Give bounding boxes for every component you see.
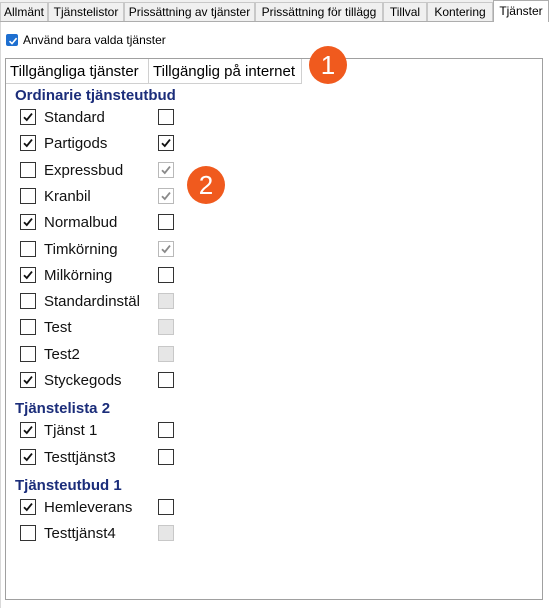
internet-checkbox — [158, 293, 174, 310]
check-icon — [161, 191, 171, 201]
service-label: Hemleverans — [44, 498, 133, 516]
service-row: Tjänst 1 — [20, 422, 420, 444]
internet-checkbox[interactable] — [158, 109, 174, 125]
available-checkbox[interactable] — [20, 319, 36, 336]
service-label: Timkörning — [44, 240, 118, 258]
available-checkbox[interactable] — [20, 266, 36, 283]
available-checkbox[interactable] — [20, 293, 36, 310]
internet-checkbox[interactable] — [158, 214, 174, 231]
service-label: Expressbud — [44, 161, 124, 179]
check-icon — [23, 502, 33, 512]
available-checkbox[interactable] — [20, 525, 36, 542]
available-checkbox[interactable] — [20, 109, 36, 125]
available-checkbox[interactable] — [20, 422, 36, 439]
internet-checkbox[interactable] — [158, 422, 174, 439]
tab-strip: Allmänt Tjänstelistor Prissättning av tj… — [0, 0, 549, 22]
tab-prissattning-tjanster[interactable]: Prissättning av tjänster — [124, 2, 255, 21]
service-label: Milkörning — [44, 266, 113, 284]
internet-checkbox — [158, 345, 174, 362]
use-selected-checkbox-row[interactable]: Använd bara valda tjänster — [6, 33, 166, 47]
service-row: Styckegods — [20, 372, 420, 394]
service-label: Tjänst 1 — [44, 422, 98, 440]
service-label: Standard — [44, 109, 105, 126]
internet-checkbox — [158, 525, 174, 542]
internet-checkbox[interactable] — [158, 135, 174, 152]
check-icon — [23, 139, 33, 148]
check-icon — [23, 376, 33, 385]
use-selected-label: Använd bara valda tjänster — [23, 33, 166, 47]
available-checkbox[interactable] — [20, 135, 36, 152]
service-label: Standardinstäl — [44, 293, 140, 311]
check-icon — [23, 218, 33, 227]
internet-checkbox — [158, 240, 174, 257]
service-label: Test2 — [44, 345, 80, 363]
service-row: Test — [20, 319, 420, 341]
service-row: Normalbud — [20, 214, 420, 236]
tab-allmant[interactable]: Allmänt — [0, 2, 48, 21]
internet-checkbox — [158, 161, 174, 178]
tab-tillval[interactable]: Tillval — [383, 2, 427, 21]
service-row: Testtjänst4 — [20, 525, 420, 547]
service-label: Test — [44, 319, 72, 337]
service-row: Hemleverans — [20, 498, 420, 521]
column-header-available[interactable]: Tillgängliga tjänster — [6, 59, 149, 84]
check-icon — [23, 113, 33, 122]
available-checkbox[interactable] — [20, 448, 36, 465]
available-checkbox[interactable] — [20, 498, 36, 515]
group-title: Tjänsteutbud 1 — [15, 476, 122, 494]
check-icon — [23, 270, 33, 280]
column-header-internet[interactable]: Tillgänglig på internet — [149, 59, 302, 84]
available-checkbox[interactable] — [20, 214, 36, 231]
services-list[interactable]: Tillgängliga tjänster Tillgänglig på int… — [5, 58, 543, 600]
tab-tjanster[interactable]: Tjänster — [493, 0, 549, 22]
service-row: Standardinstäl — [20, 293, 420, 315]
internet-checkbox[interactable] — [158, 372, 174, 388]
check-icon — [23, 452, 33, 461]
check-icon — [23, 426, 33, 435]
service-label: Testtjänst3 — [44, 448, 116, 466]
check-icon — [161, 244, 171, 253]
group-title: Ordinarie tjänsteutbud — [15, 87, 176, 104]
service-label: Partigods — [44, 135, 108, 153]
group-title: Tjänstelista 2 — [15, 400, 111, 418]
available-checkbox[interactable] — [20, 345, 36, 362]
service-row: Testtjänst3 — [20, 448, 420, 471]
check-icon — [8, 37, 18, 45]
callout-badge-1: 1 — [309, 46, 347, 84]
available-checkbox[interactable] — [20, 161, 36, 178]
service-row: Timkörning — [20, 240, 420, 263]
internet-checkbox — [158, 187, 174, 204]
callout-badge-2: 2 — [187, 166, 225, 204]
available-checkbox[interactable] — [20, 240, 36, 257]
tab-kontering[interactable]: Kontering — [427, 2, 493, 21]
service-label: Styckegods — [44, 372, 122, 389]
service-row: Test2 — [20, 345, 420, 368]
check-icon — [161, 139, 171, 148]
service-row: Milkörning — [20, 266, 420, 289]
available-checkbox[interactable] — [20, 187, 36, 204]
service-label: Kranbil — [44, 187, 91, 205]
internet-checkbox[interactable] — [158, 498, 174, 515]
available-checkbox[interactable] — [20, 372, 36, 388]
service-row: Standard — [20, 109, 420, 131]
internet-checkbox[interactable] — [158, 448, 174, 465]
tab-prissattning-tillagg[interactable]: Prissättning för tillägg — [255, 2, 383, 21]
service-label: Normalbud — [44, 214, 118, 232]
service-row: Partigods — [20, 135, 420, 157]
check-icon — [161, 165, 171, 174]
tab-tjanstelistor[interactable]: Tjänstelistor — [48, 2, 124, 21]
use-selected-checkbox[interactable] — [6, 34, 18, 46]
service-label: Testtjänst4 — [44, 525, 116, 543]
internet-checkbox — [158, 319, 174, 336]
internet-checkbox[interactable] — [158, 266, 174, 283]
